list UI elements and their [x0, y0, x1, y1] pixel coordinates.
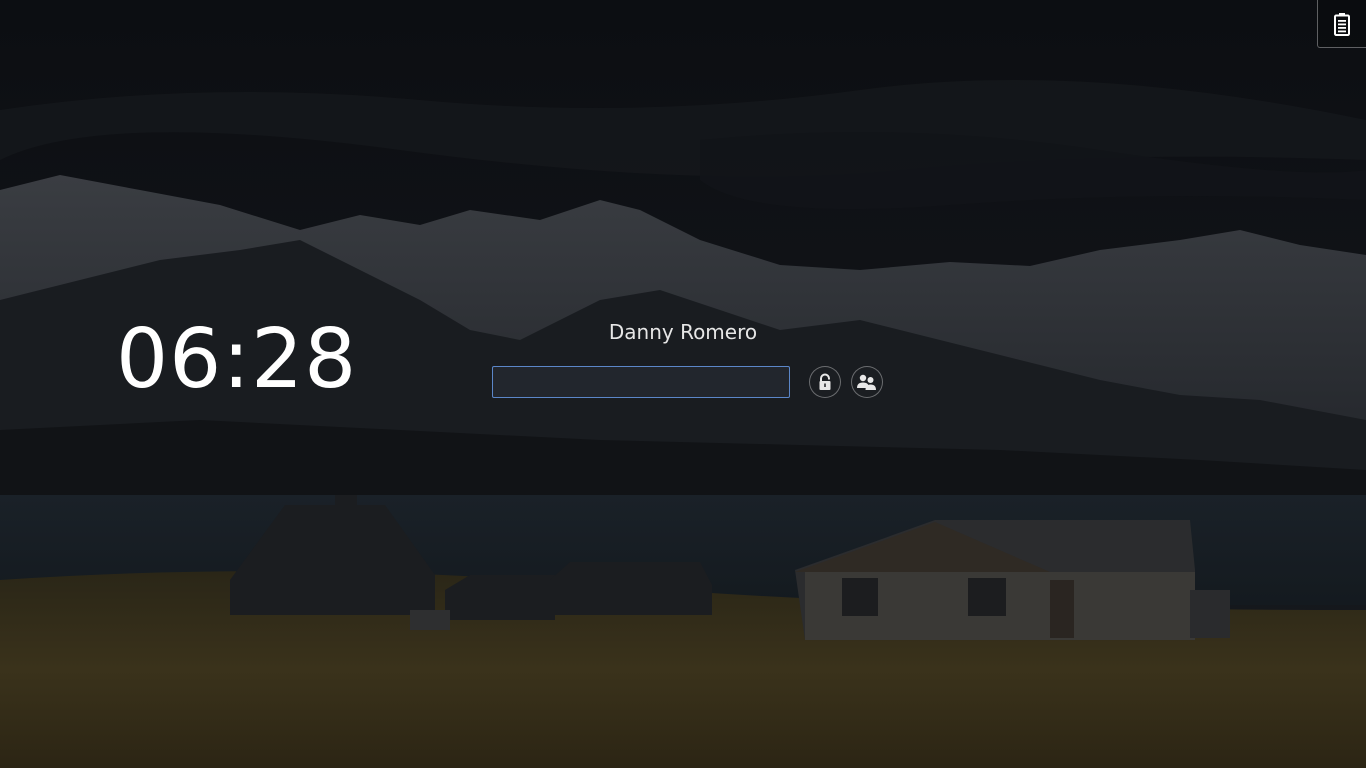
password-input[interactable] [492, 366, 790, 398]
lock-open-icon [819, 373, 831, 390]
clock-time: 06:28 [116, 312, 358, 407]
user-name: Danny Romero [608, 320, 758, 344]
users-icon [857, 374, 876, 390]
lock-screen: 06:28 Danny Romero [0, 0, 1366, 768]
unlock-button[interactable] [809, 366, 841, 398]
switch-user-button[interactable] [851, 366, 883, 398]
status-tray[interactable] [1317, 0, 1366, 48]
battery-icon [1334, 12, 1350, 36]
